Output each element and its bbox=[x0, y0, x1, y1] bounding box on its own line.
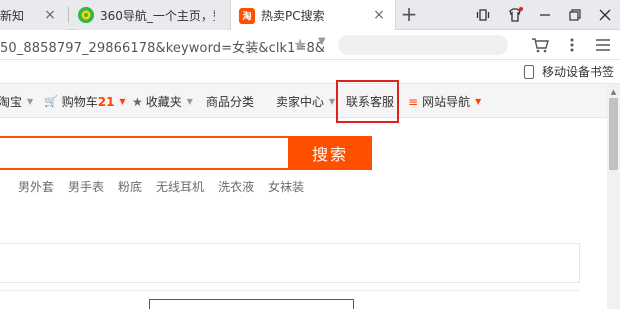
hot-word[interactable]: 无线耳机 bbox=[156, 178, 204, 195]
more-vertical-icon[interactable] bbox=[562, 35, 582, 55]
close-icon[interactable]: × bbox=[371, 7, 387, 23]
chevron-down-icon: ▼ bbox=[119, 97, 126, 106]
scrollbar[interactable]: ▲ bbox=[607, 84, 620, 309]
site-nav: 淘宝 ▼ 🛒 购物车 21 ▼ ★ 收藏夹 ▼ 商品分类 卖家中心 ▼ 联系客服 ≡ 网站… bbox=[0, 84, 607, 118]
close-window-icon[interactable] bbox=[596, 6, 614, 24]
menu-icon: ≡ bbox=[408, 94, 419, 109]
minimize-icon[interactable] bbox=[536, 6, 554, 24]
star-icon: ★ bbox=[132, 94, 143, 109]
chevron-down-icon: ▼ bbox=[27, 97, 34, 106]
chevron-down-icon: ▼ bbox=[186, 97, 193, 106]
chevron-down-icon: ▼ bbox=[329, 97, 336, 106]
taobao-logo-icon: 淘 bbox=[239, 7, 255, 24]
hot-word[interactable]: 男手表 bbox=[68, 178, 104, 195]
highlight-annotation bbox=[336, 80, 399, 123]
nav-categories[interactable]: 商品分类 bbox=[206, 93, 254, 110]
tab-title: 热卖PC搜索 bbox=[261, 9, 325, 23]
hot-word[interactable]: 男外套 bbox=[18, 178, 54, 195]
nav-taobao[interactable]: 淘宝 ▼ bbox=[0, 93, 33, 110]
bookmark-label: 移动设备书签 bbox=[541, 65, 614, 79]
hot-word[interactable]: 女袜装 bbox=[268, 178, 304, 195]
nav-label: 卖家中心 bbox=[276, 95, 325, 109]
nav-seller-center[interactable]: 卖家中心 ▼ bbox=[276, 93, 335, 110]
menu-icon[interactable] bbox=[593, 35, 613, 55]
bookmark-bar: 移动设备书签 bbox=[0, 60, 620, 84]
search-button[interactable]: 搜索 bbox=[288, 136, 372, 170]
hot-word[interactable]: 粉底 bbox=[118, 178, 142, 195]
hot-word[interactable]: 洗衣液 bbox=[218, 178, 254, 195]
nav-label: 商品分类 bbox=[206, 95, 255, 109]
tab-divider bbox=[68, 7, 69, 23]
search-input[interactable] bbox=[0, 136, 290, 170]
address-bar: 50_8858797_29866178&keyword=女装&clk1=8& ★… bbox=[0, 30, 620, 60]
tab-hot-sale-search[interactable]: 淘 热卖PC搜索 × bbox=[230, 0, 396, 31]
skin-icon[interactable] bbox=[506, 6, 524, 24]
chevron-down-icon[interactable]: ▼ bbox=[318, 36, 326, 47]
tab-strip: 新知 × 360导航_一个主页，整 淘 热卖PC搜索 × + bbox=[0, 0, 620, 31]
cart-icon: 🛒 bbox=[44, 95, 58, 108]
cart-icon[interactable] bbox=[530, 35, 550, 55]
phone-icon bbox=[523, 64, 534, 79]
bookmark-star-icon[interactable]: ★ bbox=[293, 35, 307, 54]
hot-search-words: 男外套 男手表 粉底 无线耳机 洗衣液 女袜装 bbox=[18, 178, 318, 195]
chevron-down-icon: ▼ bbox=[475, 97, 482, 106]
close-icon[interactable]: × bbox=[42, 7, 58, 23]
nav-label: 购物车 bbox=[61, 95, 98, 109]
mobile-bookmarks[interactable]: 移动设备书签 bbox=[523, 63, 614, 80]
blurred-region bbox=[338, 35, 508, 55]
divider bbox=[0, 290, 580, 291]
url-field[interactable]: 50_8858797_29866178&keyword=女装&clk1=8& bbox=[0, 37, 325, 56]
tab-news[interactable]: 新知 × bbox=[0, 0, 66, 30]
nav-favorites[interactable]: ★ 收藏夹 ▼ bbox=[132, 93, 193, 110]
nav-label: 收藏夹 bbox=[145, 95, 182, 109]
scroll-thumb[interactable] bbox=[609, 98, 618, 170]
nav-label: 网站导航 bbox=[422, 95, 471, 109]
360-logo-icon bbox=[78, 7, 94, 23]
tab-list-icon[interactable] bbox=[474, 6, 492, 24]
tab-title: 新知 bbox=[0, 8, 25, 23]
nav-cart[interactable]: 🛒 购物车 21 ▼ bbox=[44, 93, 126, 110]
new-tab-button[interactable]: + bbox=[398, 4, 420, 24]
nav-label: 淘宝 bbox=[0, 95, 23, 109]
scroll-up-icon[interactable]: ▲ bbox=[607, 88, 620, 96]
tab-360-nav[interactable]: 360导航_一个主页，整 bbox=[78, 0, 228, 30]
content-panel bbox=[0, 243, 580, 283]
restore-icon[interactable] bbox=[566, 6, 584, 24]
cart-count: 21 bbox=[97, 94, 115, 109]
nav-site-navigation[interactable]: ≡ 网站导航 ▼ bbox=[408, 93, 481, 110]
tab-title: 360导航_一个主页，整 bbox=[100, 8, 215, 23]
highlight-annotation bbox=[149, 299, 354, 309]
